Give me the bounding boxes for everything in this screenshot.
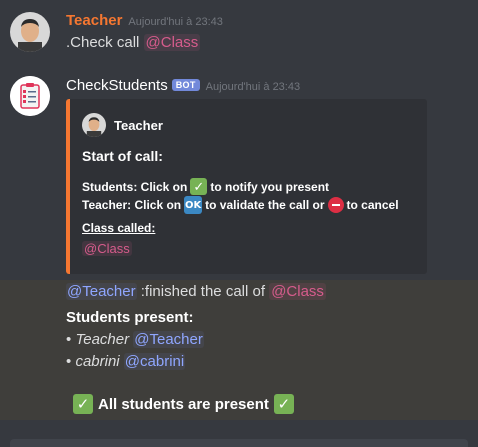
author-label[interactable]: CheckStudents [66,77,168,94]
teacher-avatar[interactable] [10,12,50,52]
bullet: • [66,353,72,370]
finished-line: @Teacher :finished the call of @Class [66,283,326,300]
all-present-line: ✓ All students are present ✓ [70,394,297,414]
embed-title: Start of call: [82,148,163,164]
stop-emoji-icon [327,197,344,213]
clipboard-icon [10,76,50,116]
check-emoji-icon: ✓ [73,394,93,414]
line2-a: Teacher: Click on [82,198,182,212]
student-mention[interactable]: @cabrini [123,353,186,370]
author-name[interactable]: CheckStudents BOT Aujourd'hui à 23:43 [66,77,300,94]
embed-author-avatar [82,113,106,137]
student-name: Teacher [75,331,130,348]
student-row: • Teacher @Teacher [66,331,204,348]
bot-badge: BOT [171,79,200,91]
embed-field-title: Class called: [82,221,156,235]
present-title: Students present: [66,309,194,326]
embed-author: Teacher [82,113,163,137]
line2-c: to cancel [346,198,399,212]
line1-b: to notify you present [210,179,330,194]
timestamp: Aujourd'hui à 23:43 [205,81,301,93]
student-mention[interactable]: @Teacher [133,331,204,348]
line2-b: to validate the call or [205,198,325,212]
embed-line-teacher: Teacher: Click on OK to validate the cal… [82,196,399,214]
author-label[interactable]: Teacher [66,12,122,29]
message-input-bar[interactable] [10,439,468,447]
ok-emoji-icon: OK [184,196,203,214]
line1-a: Students: Click on [82,179,188,194]
message-text: .Check call [66,34,140,51]
author-name[interactable]: Teacher Aujourd'hui à 23:43 [66,12,223,29]
embed-line-students: Students: Click on ✓ to notify you prese… [82,178,329,195]
check-emoji-icon: ✓ [190,178,208,195]
student-name: cabrini [75,353,120,370]
check-emoji-icon: ✓ [273,394,294,414]
embed-field-value: @Class [82,241,132,256]
message-content: .Check call @Class [66,34,201,51]
bullet: • [66,331,72,348]
teacher-mention[interactable]: @Teacher [66,283,137,300]
class-mention[interactable]: @Class [82,241,132,256]
embed: Teacher Start of call: Students: Click o… [66,99,427,274]
class-mention[interactable]: @Class [143,34,201,51]
bot-avatar[interactable] [10,76,50,116]
teacher-message: Teacher Aujourd'hui à 23:43 .Check call @… [0,0,478,66]
all-present-text: All students are present [98,395,269,413]
class-mention[interactable]: @Class [269,283,326,300]
student-row: • cabrini @cabrini [66,353,186,370]
finished-text: :finished the call of [140,283,266,300]
timestamp: Aujourd'hui à 23:43 [128,16,223,28]
embed-author-name: Teacher [114,117,163,133]
